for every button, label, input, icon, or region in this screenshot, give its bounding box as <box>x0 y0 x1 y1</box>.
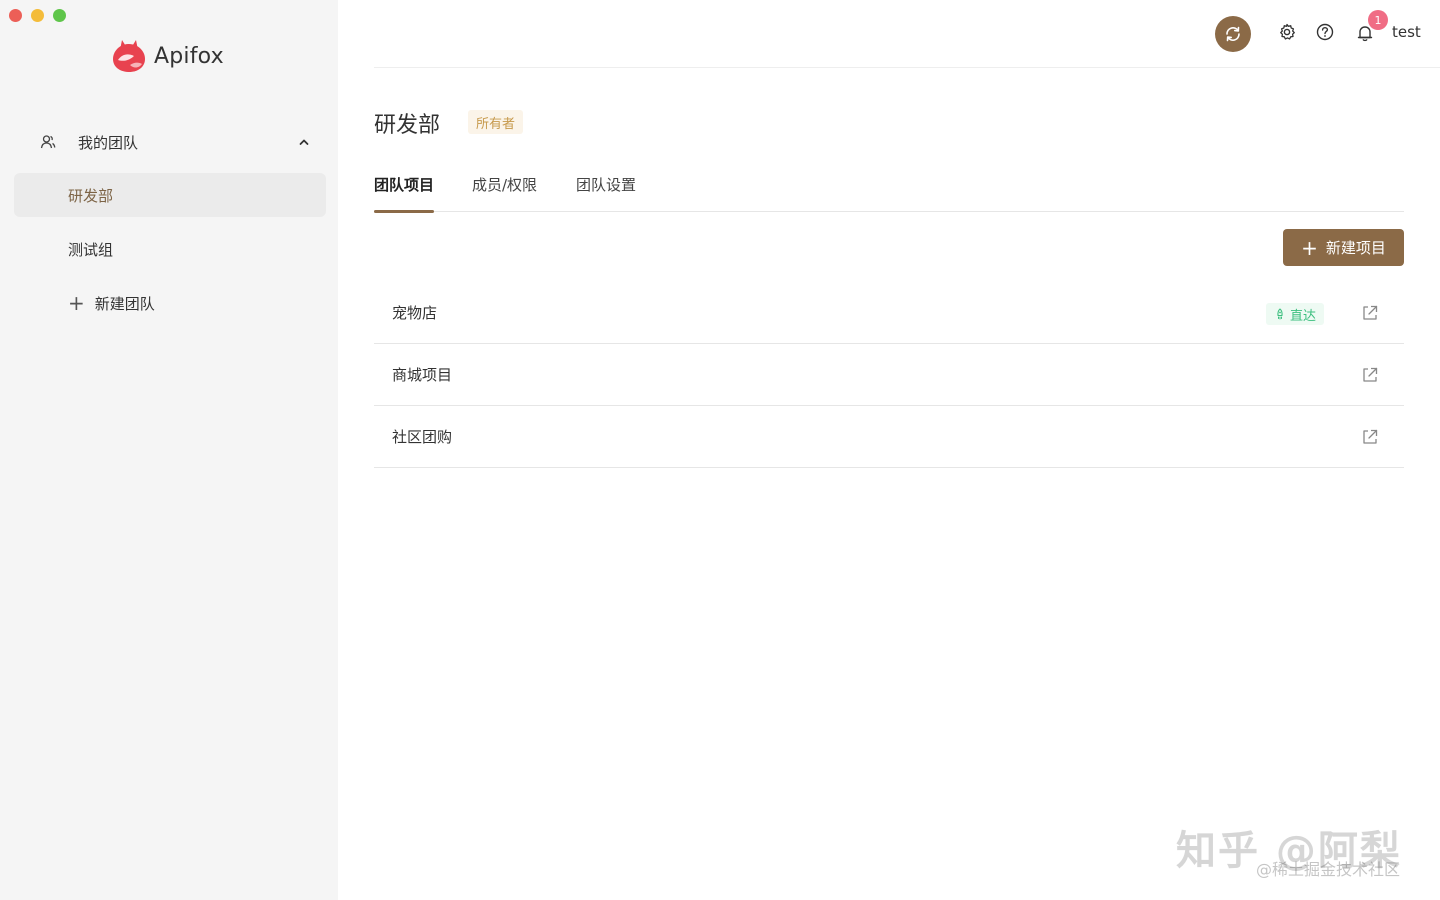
sidebar: Apifox 我的团队 研发部 测试组 + 新建团队 <box>0 0 338 900</box>
notification-count-badge: 1 <box>1368 10 1388 30</box>
settings-gear-icon[interactable] <box>1277 22 1297 42</box>
window-controls <box>9 9 66 22</box>
sidebar-item-team-rd[interactable]: 研发部 <box>14 173 326 217</box>
project-name: 商城项目 <box>392 366 453 384</box>
maximize-window-button[interactable] <box>53 9 66 22</box>
team-icon <box>40 135 56 149</box>
close-window-button[interactable] <box>9 9 22 22</box>
open-external-icon[interactable] <box>1361 304 1379 322</box>
open-external-icon[interactable] <box>1361 428 1379 446</box>
project-row-pet-store[interactable]: 宠物店 直达 <box>374 282 1404 344</box>
sync-icon <box>1226 26 1240 42</box>
tab-bar: 团队项目 成员/权限 团队设置 <box>374 166 1404 213</box>
project-list: 宠物店 直达 商城项目 社区团购 <box>374 282 1404 468</box>
project-name: 宠物店 <box>392 304 438 322</box>
minimize-window-button[interactable] <box>31 9 44 22</box>
rocket-icon <box>1277 308 1283 320</box>
sidebar-item-label: 研发部 <box>68 186 114 205</box>
new-project-button[interactable]: + 新建项目 <box>1283 229 1404 266</box>
chevron-up-icon[interactable] <box>298 136 310 148</box>
project-row-mall[interactable]: 商城项目 <box>374 344 1404 406</box>
my-teams-header[interactable]: 我的团队 <box>40 128 310 156</box>
sync-button[interactable] <box>1215 16 1251 52</box>
add-team-label: 新建团队 <box>94 294 155 313</box>
plus-icon: + <box>1301 235 1318 260</box>
plus-icon: + <box>68 291 85 315</box>
app-name: Apifox <box>154 43 224 69</box>
sidebar-item-label: 测试组 <box>68 240 114 259</box>
tab-team-projects[interactable]: 团队项目 <box>374 174 435 213</box>
role-badge: 所有者 <box>468 110 524 134</box>
tab-members-permissions[interactable]: 成员/权限 <box>472 174 537 212</box>
app-logo: Apifox <box>110 38 224 74</box>
project-name: 社区团购 <box>392 428 453 446</box>
app-window: Apifox 我的团队 研发部 测试组 + 新建团队 1 test 研发部 所有… <box>0 0 1440 900</box>
open-external-icon[interactable] <box>1361 366 1379 384</box>
direct-tag[interactable]: 直达 <box>1266 303 1325 325</box>
sidebar-item-team-test[interactable]: 测试组 <box>14 227 326 271</box>
add-team-button[interactable]: + 新建团队 <box>14 281 326 325</box>
tab-team-settings[interactable]: 团队设置 <box>576 174 636 212</box>
page-title: 研发部 <box>374 113 441 138</box>
direct-tag-label: 直达 <box>1290 308 1317 324</box>
help-icon[interactable] <box>1315 22 1335 42</box>
my-teams-label: 我的团队 <box>78 133 139 152</box>
project-row-group-buying[interactable]: 社区团购 <box>374 406 1404 468</box>
apifox-logo-icon <box>113 40 145 72</box>
user-menu[interactable]: test <box>1392 23 1421 41</box>
new-project-label: 新建项目 <box>1325 239 1386 257</box>
watermark-sub: @稀土掘金技术社区 <box>1256 860 1401 879</box>
